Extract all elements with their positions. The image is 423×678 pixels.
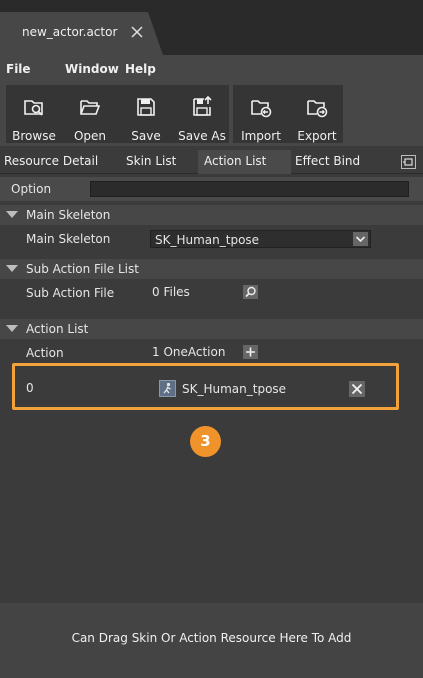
collapse-arrow-icon[interactable]	[6, 265, 18, 272]
close-icon[interactable]	[130, 25, 144, 39]
sub-action-section[interactable]: Sub Action File List	[0, 259, 423, 279]
menu-window[interactable]: Window	[65, 62, 119, 76]
import-label: Import	[241, 129, 281, 143]
browse-icon	[24, 100, 43, 116]
title-bar: new_actor.actor	[0, 0, 423, 55]
open-folder-icon	[80, 100, 101, 115]
save-as-button[interactable]: Save As	[174, 85, 230, 143]
action-count: 1 OneAction	[152, 345, 226, 359]
browse-button[interactable]: Browse	[6, 85, 62, 143]
action-label: Action	[26, 346, 64, 360]
skeleton-asset-icon	[159, 380, 176, 397]
export-label: Export	[297, 129, 337, 143]
action-skeleton-name: SK_Human_tpose	[182, 382, 287, 396]
chevron-down-icon[interactable]	[353, 232, 368, 246]
drop-zone[interactable]: Can Drag Skin Or Action Resource Here To…	[0, 603, 423, 678]
save-as-icon	[193, 95, 212, 116]
export-button[interactable]: Export	[289, 85, 345, 143]
tab-effect-bind[interactable]: Effect Bind	[295, 150, 385, 174]
open-button[interactable]: Open	[62, 85, 118, 143]
plus-icon	[246, 347, 255, 357]
menu-help[interactable]: Help	[125, 62, 156, 76]
option-input[interactable]	[90, 181, 409, 197]
browse-label: Browse	[12, 129, 56, 143]
main-skeleton-dropdown[interactable]: SK_Human_tpose	[150, 230, 371, 248]
save-as-label: Save As	[178, 129, 226, 143]
save-icon	[137, 98, 155, 116]
action-list-row[interactable]: 0 SK_Human_tpose	[12, 363, 399, 410]
open-label: Open	[73, 129, 107, 143]
action-list-section-title: Action List	[26, 322, 89, 336]
main-skeleton-value: SK_Human_tpose	[155, 233, 260, 247]
search-icon[interactable]	[243, 285, 258, 299]
main-skeleton-section-title: Main Skeleton	[26, 208, 111, 222]
option-row: Option	[0, 177, 423, 201]
panel-tabs: Resource Detail Skin List Action List Ef…	[0, 150, 423, 174]
main-skeleton-section[interactable]: Main Skeleton	[0, 205, 423, 225]
tab-resource-detail[interactable]: Resource Detail	[4, 150, 116, 174]
menu-bar: File Window Help	[0, 55, 423, 83]
tab-action-list[interactable]: Action List	[198, 150, 291, 174]
menu-file[interactable]: File	[6, 62, 31, 76]
document-tab-title: new_actor.actor	[22, 25, 118, 39]
add-action-button[interactable]	[243, 345, 258, 359]
file-toolbar-group: Browse Open Save Save As	[6, 85, 229, 143]
dock-pin-icon[interactable]	[401, 155, 416, 169]
save-label: Save	[131, 129, 161, 143]
sub-action-file-count: 0 Files	[152, 285, 190, 299]
save-button[interactable]: Save	[118, 85, 174, 143]
toolbar: Browse Open Save Save As Import Export	[0, 83, 423, 146]
remove-action-button[interactable]	[349, 381, 365, 397]
transfer-toolbar-group: Import Export	[233, 85, 343, 143]
main-skeleton-label: Main Skeleton	[26, 232, 111, 246]
option-label: Option	[11, 182, 52, 196]
action-index: 0	[26, 381, 34, 395]
import-icon	[251, 100, 272, 118]
drop-zone-hint: Can Drag Skin Or Action Resource Here To…	[71, 631, 352, 645]
step-callout-badge: 3	[190, 426, 221, 457]
action-list-section[interactable]: Action List	[0, 319, 423, 339]
close-icon	[351, 383, 363, 395]
export-icon	[307, 100, 328, 118]
sub-action-file-label: Sub Action File	[26, 286, 115, 300]
collapse-arrow-icon[interactable]	[6, 211, 18, 218]
document-tab[interactable]: new_actor.actor	[0, 12, 163, 55]
tab-skin-list[interactable]: Skin List	[126, 150, 198, 174]
sub-action-section-title: Sub Action File List	[26, 262, 139, 276]
import-button[interactable]: Import	[233, 85, 289, 143]
collapse-arrow-icon[interactable]	[6, 325, 18, 332]
